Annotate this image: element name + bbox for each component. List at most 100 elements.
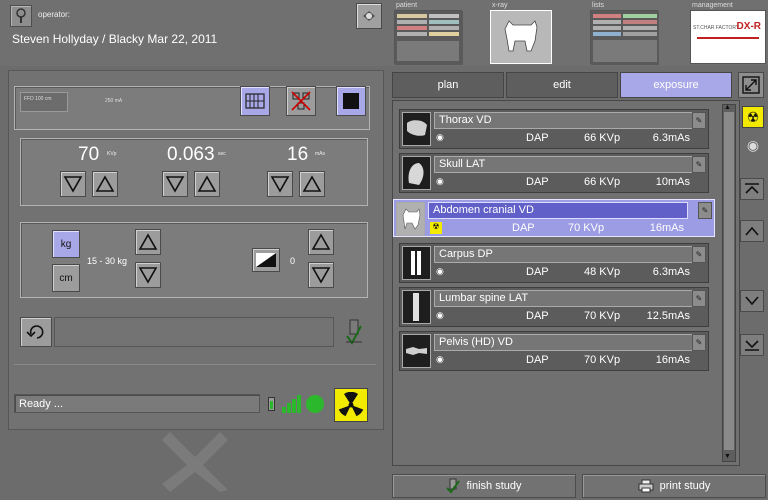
nav-tab-x-ray[interactable]: x-ray [488,0,554,66]
view-toggle-icon[interactable]: ◉ [742,134,764,156]
density-button[interactable] [252,248,280,272]
scroll-up-icon[interactable]: ▲ [724,104,731,111]
brand-underline [697,37,759,39]
operator-key-icon[interactable] [10,5,32,27]
sec-value: 0.063 [167,144,215,165]
eye-icon: ◉ [436,132,444,142]
scroll-bottom-button[interactable] [740,334,764,356]
sec-up-button[interactable] [194,171,220,197]
chevron-up-icon [745,226,759,236]
logout-button[interactable] [356,3,382,29]
message-field [54,317,334,347]
radiation-button[interactable] [334,388,368,422]
cm-button[interactable]: cm [52,264,80,292]
undo-arrow-icon [26,325,44,339]
triangle-down-icon [311,267,331,284]
brand-prefix: ST.CHAR FACTORY [693,25,740,31]
kvp-up-button[interactable] [92,171,118,197]
tab-edit[interactable]: edit [506,72,618,98]
collimator-button[interactable] [336,86,366,116]
fullscreen-button[interactable] [738,72,764,98]
checklist-icon[interactable] [344,318,364,346]
density-up-button[interactable] [308,229,334,255]
protocol-dap: DAP [512,222,535,234]
protocol-name: Skull LAT [434,156,694,173]
scroll-down-button[interactable] [740,290,764,312]
ffd-field[interactable]: FFD 100 cm [20,92,68,112]
protocol-item[interactable]: Thorax VD ◉ DAP 66 KVp 6.3mAs ✎ [399,109,709,149]
scrollbar-thumb[interactable] [724,112,734,450]
kvp-unit: KVp [107,151,117,157]
nav-tab-label: x-ray [492,2,508,9]
edit-protocol-button[interactable]: ✎ [692,334,706,351]
signal-strength-icon [282,395,302,413]
nav-tab-label: management [692,2,733,9]
eye-icon: ◉ [436,310,444,320]
square-icon [343,93,359,109]
protocol-thumbnail [402,334,431,368]
mas-down-button[interactable] [267,171,293,197]
protocol-thumbnail [402,290,431,324]
protocol-dap: DAP [526,176,549,188]
edit-protocol-button[interactable]: ✎ [692,112,706,129]
nav-tab-management[interactable]: management ST.CHAR FACTORY DX-R [688,0,768,66]
divider [14,364,376,365]
expand-icon [742,76,760,94]
finish-study-button[interactable]: finish study [392,474,576,498]
edit-protocol-button[interactable]: ✎ [692,156,706,173]
protocol-item[interactable]: Lumbar spine LAT ◉ DAP 70 KVp 12.5mAs ✎ [399,287,709,327]
undo-button[interactable] [20,317,52,347]
nav-tab-lists[interactable]: lists [588,0,660,66]
edit-protocol-button[interactable]: ✎ [692,290,706,307]
tab-plan[interactable]: plan [392,72,504,98]
edit-protocol-button[interactable]: ✎ [698,202,712,219]
scroll-up-button[interactable] [740,220,764,242]
protocol-item-selected[interactable]: Abdomen cranial VD ☢ DAP 70 KVp 16mAs ✎ [393,199,715,237]
sec-down-button[interactable] [162,171,188,197]
tab-exposure[interactable]: exposure [620,72,732,98]
size-down-button[interactable] [135,262,161,288]
protocol-list: Thorax VD ◉ DAP 66 KVp 6.3mAs ✎ Skull LA… [392,100,740,466]
density-icon [256,253,276,267]
status-field: Ready ... [14,394,260,413]
protocol-dap: DAP [526,132,549,144]
protocol-params: ◉ DAP 70 KVp 16mAs [434,353,694,369]
eye-icon: ◉ [436,354,444,364]
protocol-dap: DAP [526,266,549,278]
protocol-name: Abdomen cranial VD [428,202,688,219]
eye-icon: ◉ [436,176,444,186]
edit-protocol-button[interactable]: ✎ [692,246,706,263]
size-up-button[interactable] [135,229,161,255]
mas-up-button[interactable] [299,171,325,197]
protocol-item[interactable]: Carpus DP ◉ DAP 48 KVp 6.3mAs ✎ [399,243,709,283]
scroll-down-icon[interactable]: ▼ [724,453,731,460]
printer-icon [638,479,654,493]
protocol-params: ◉ DAP 48 KVp 6.3mAs [434,265,694,281]
protocol-params: ◉ DAP 66 KVp 6.3mAs [434,131,694,147]
scroll-top-button[interactable] [740,178,764,200]
grid-icon [245,93,265,109]
protocol-kvp: 48 KVp [584,266,621,278]
print-study-button[interactable]: print study [582,474,766,498]
eye-icon: ◉ [436,266,444,276]
protocol-name: Lumbar spine LAT [434,290,694,307]
nav-tab-patient[interactable]: patient [392,0,464,66]
arrow-to-bottom-icon [745,340,759,351]
protocol-name: Thorax VD [434,112,694,129]
kg-button[interactable]: kg [52,230,80,258]
patient-thumbnail [394,10,463,65]
protocol-dap: DAP [526,354,549,366]
grid-button[interactable] [240,86,270,116]
protocol-mas: 6.3mAs [652,132,690,144]
aec-chambers-button[interactable] [286,86,316,116]
kvp-down-button[interactable] [60,171,86,197]
mas-unit: mAs [315,151,325,157]
radiation-filter-button[interactable]: ☢ [742,106,764,128]
protocol-item[interactable]: Skull LAT ◉ DAP 66 KVp 10mAs ✎ [399,153,709,193]
x-ray-thumbnail [490,10,552,64]
protocol-item[interactable]: Pelvis (HD) VD ◉ DAP 70 KVp 16mAs ✎ [399,331,709,371]
triangle-down-icon [63,176,83,193]
logout-icon [363,11,375,21]
brand-logo: DX-R [736,21,761,32]
density-down-button[interactable] [308,262,334,288]
